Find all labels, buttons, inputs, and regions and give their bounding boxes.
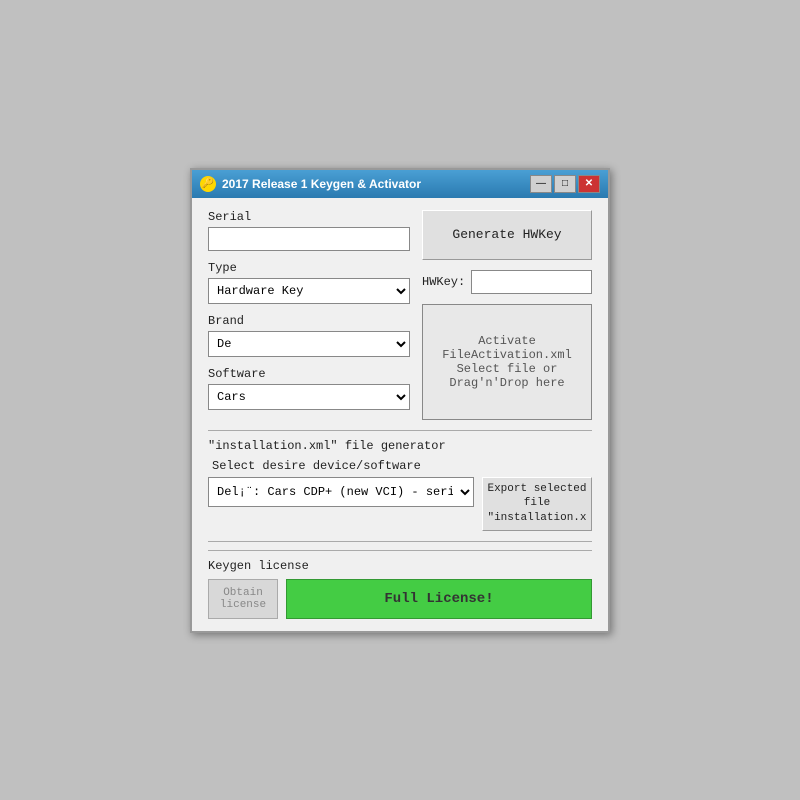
window-title: 2017 Release 1 Keygen & Activator [222, 177, 421, 191]
keygen-row: Obtainlicense Full License! [208, 579, 592, 619]
installation-title: "installation.xml" file generator [208, 439, 592, 453]
install-select-wrap: Del¡¨: Cars CDP+ (new VCI) - serial numb… [208, 477, 474, 507]
hwkey-row: HWKey: [422, 270, 592, 294]
title-bar: 🔑 2017 Release 1 Keygen & Activator — □ … [192, 170, 608, 198]
main-section: Serial Type Hardware Key Software Key Br… [208, 210, 592, 420]
hwkey-input[interactable] [471, 270, 592, 294]
brand-label: Brand [208, 314, 410, 328]
section-divider-1 [208, 430, 592, 431]
keygen-section: Keygen license Obtainlicense Full Licens… [208, 550, 592, 619]
export-button[interactable]: Export selected file"installation.x [482, 477, 592, 531]
installation-select[interactable]: Del¡¨: Cars CDP+ (new VCI) - serial numb… [208, 477, 474, 507]
serial-input[interactable] [208, 227, 410, 251]
maximize-button[interactable]: □ [554, 175, 576, 193]
section-divider-2 [208, 541, 592, 542]
software-label: Software [208, 367, 410, 381]
type-group: Type Hardware Key Software Key [208, 261, 410, 304]
installation-row: Del¡¨: Cars CDP+ (new VCI) - serial numb… [208, 477, 592, 531]
title-buttons: — □ ✕ [530, 175, 600, 193]
type-label: Type [208, 261, 410, 275]
obtain-license-button[interactable]: Obtainlicense [208, 579, 278, 619]
right-panel: Generate HWKey HWKey: Activate FileActiv… [422, 210, 592, 420]
software-select[interactable]: Cars Trucks Generic [208, 384, 410, 410]
brand-select[interactable]: De Delphi Autocom [208, 331, 410, 357]
type-select[interactable]: Hardware Key Software Key [208, 278, 410, 304]
app-icon: 🔑 [200, 176, 216, 192]
installation-section: "installation.xml" file generator Select… [208, 439, 592, 531]
serial-label: Serial [208, 210, 410, 224]
select-desire-label: Select desire device/software [212, 459, 592, 473]
hwkey-label: HWKey: [422, 275, 465, 289]
full-license-button[interactable]: Full License! [286, 579, 592, 619]
brand-group: Brand De Delphi Autocom [208, 314, 410, 357]
software-group: Software Cars Trucks Generic [208, 367, 410, 410]
serial-group: Serial [208, 210, 410, 251]
left-panel: Serial Type Hardware Key Software Key Br… [208, 210, 410, 420]
title-bar-left: 🔑 2017 Release 1 Keygen & Activator [200, 176, 421, 192]
activate-text: Activate FileActivation.xmlSelect file o… [431, 334, 583, 390]
close-button[interactable]: ✕ [578, 175, 600, 193]
minimize-button[interactable]: — [530, 175, 552, 193]
keygen-label: Keygen license [208, 559, 592, 573]
generate-hwkey-button[interactable]: Generate HWKey [422, 210, 592, 260]
main-window: 🔑 2017 Release 1 Keygen & Activator — □ … [190, 168, 610, 633]
window-content: Serial Type Hardware Key Software Key Br… [192, 198, 608, 631]
activate-drop-zone[interactable]: Activate FileActivation.xmlSelect file o… [422, 304, 592, 420]
